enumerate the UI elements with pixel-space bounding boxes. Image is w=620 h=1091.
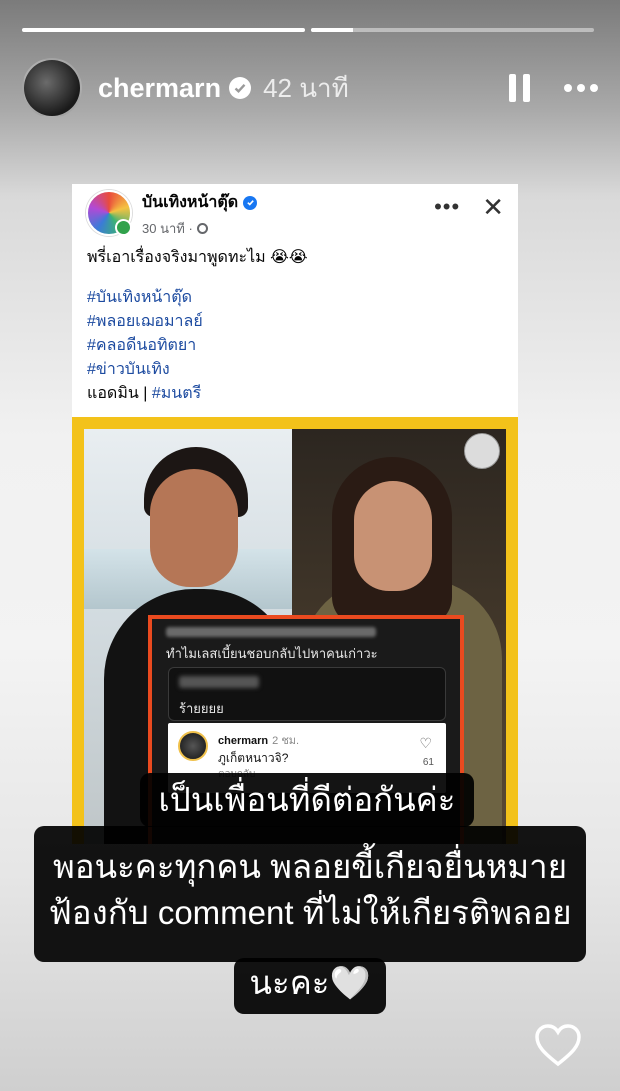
post-line: พรี่เอาเรื่องจริงมาพูดทะไม 😭😭 (87, 249, 308, 266)
caption-line-1: เป็นเพื่อนที่ดีต่อกันค่ะ (140, 773, 474, 827)
reply-body: ภูเก็ตหนาวจิ? (218, 751, 289, 765)
username[interactable]: chermarn (98, 73, 221, 104)
admin-tag: #มนตรี (151, 385, 202, 402)
story-progress (22, 28, 594, 32)
hashtag: #คลอดีนอทิตยา (87, 337, 197, 354)
reply-bubble: ร้ายยยย (168, 667, 446, 721)
verified-badge-icon (229, 77, 252, 99)
progress-fill-1 (22, 28, 305, 32)
caption-block: พอนะคะทุกคน พลอยขี้เกียจยื่นหมาย ฟ้องกับ… (34, 826, 586, 962)
reply-like-count: 61 (422, 757, 434, 768)
progress-segment-1 (22, 28, 305, 32)
photo-face (150, 469, 238, 587)
hashtag: #บันเทิงหน้าตุ๊ด (87, 289, 193, 306)
post-meta: 30 นาที · (142, 218, 257, 239)
pause-icon[interactable] (509, 74, 530, 102)
post-actions: ••• ✕ (434, 194, 504, 220)
more-options-icon[interactable] (564, 84, 598, 92)
post-time: 30 นาที · (142, 221, 193, 236)
post-header: บันเทิงหน้าตุ๊ด 30 นาที · ••• ✕ (86, 190, 504, 240)
reply-username: chermarn (218, 735, 269, 747)
caption-line-2: พอนะคะทุกคน พลอยขี้เกียจยื่นหมาย (52, 848, 568, 885)
comment-question: ทำไมเลสเบี้ยนชอบกลับไปหาคนเก่าวะ (166, 646, 378, 661)
blurred-name (166, 627, 376, 637)
hashtag: #พลอยเฌอมาลย์ (87, 313, 203, 330)
progress-fill-2 (311, 28, 354, 32)
time-ago: 42 นาที (263, 72, 349, 103)
post-gap (87, 270, 503, 286)
reply-heart-icon: ♡ (419, 735, 432, 751)
post-close-icon: ✕ (482, 192, 504, 222)
caption-line-4: นะคะ🤍 (234, 958, 386, 1014)
post-text: พรี่เอาเรื่องจริงมาพูดทะไม 😭😭 #บันเทิงหน… (87, 246, 503, 406)
page-name: บันเทิงหน้าตุ๊ด (142, 194, 239, 211)
page-avatar (86, 190, 132, 236)
reply-avatar (178, 731, 208, 761)
page-name-row: บันเทิงหน้าตุ๊ด (142, 190, 258, 215)
header-actions (509, 74, 598, 102)
globe-icon (196, 223, 208, 234)
avatar[interactable] (22, 58, 82, 118)
admin-line: แอดมิน | #มนตรี (87, 382, 503, 406)
story-header: chermarn 42 นาที (22, 58, 598, 118)
photo-face-2 (354, 481, 432, 591)
post-more-icon: ••• (434, 194, 461, 219)
page-verified-icon (243, 195, 258, 210)
progress-segment-2 (311, 28, 594, 32)
page-info: บันเทิงหน้าตุ๊ด 30 นาที · (142, 190, 258, 239)
blurred-username (179, 676, 259, 688)
reply-text: ร้ายยยย (179, 701, 224, 716)
admin-label: แอดมิน | (87, 385, 152, 402)
reply-name: chermarn 2 ชม. (218, 731, 299, 749)
mascot-logo (464, 433, 500, 469)
heart-icon[interactable] (534, 1023, 582, 1069)
shared-post-screenshot: บันเทิงหน้าตุ๊ด 30 นาที · ••• ✕ พรี่เอาเ… (72, 184, 518, 844)
hashtag: #ข่าวบันเทิง (87, 361, 170, 378)
caption-line-3: ฟ้องกับ comment ที่ไม่ให้เกียรติพลอย (48, 894, 572, 931)
reply-time: 2 ชม. (272, 735, 300, 747)
